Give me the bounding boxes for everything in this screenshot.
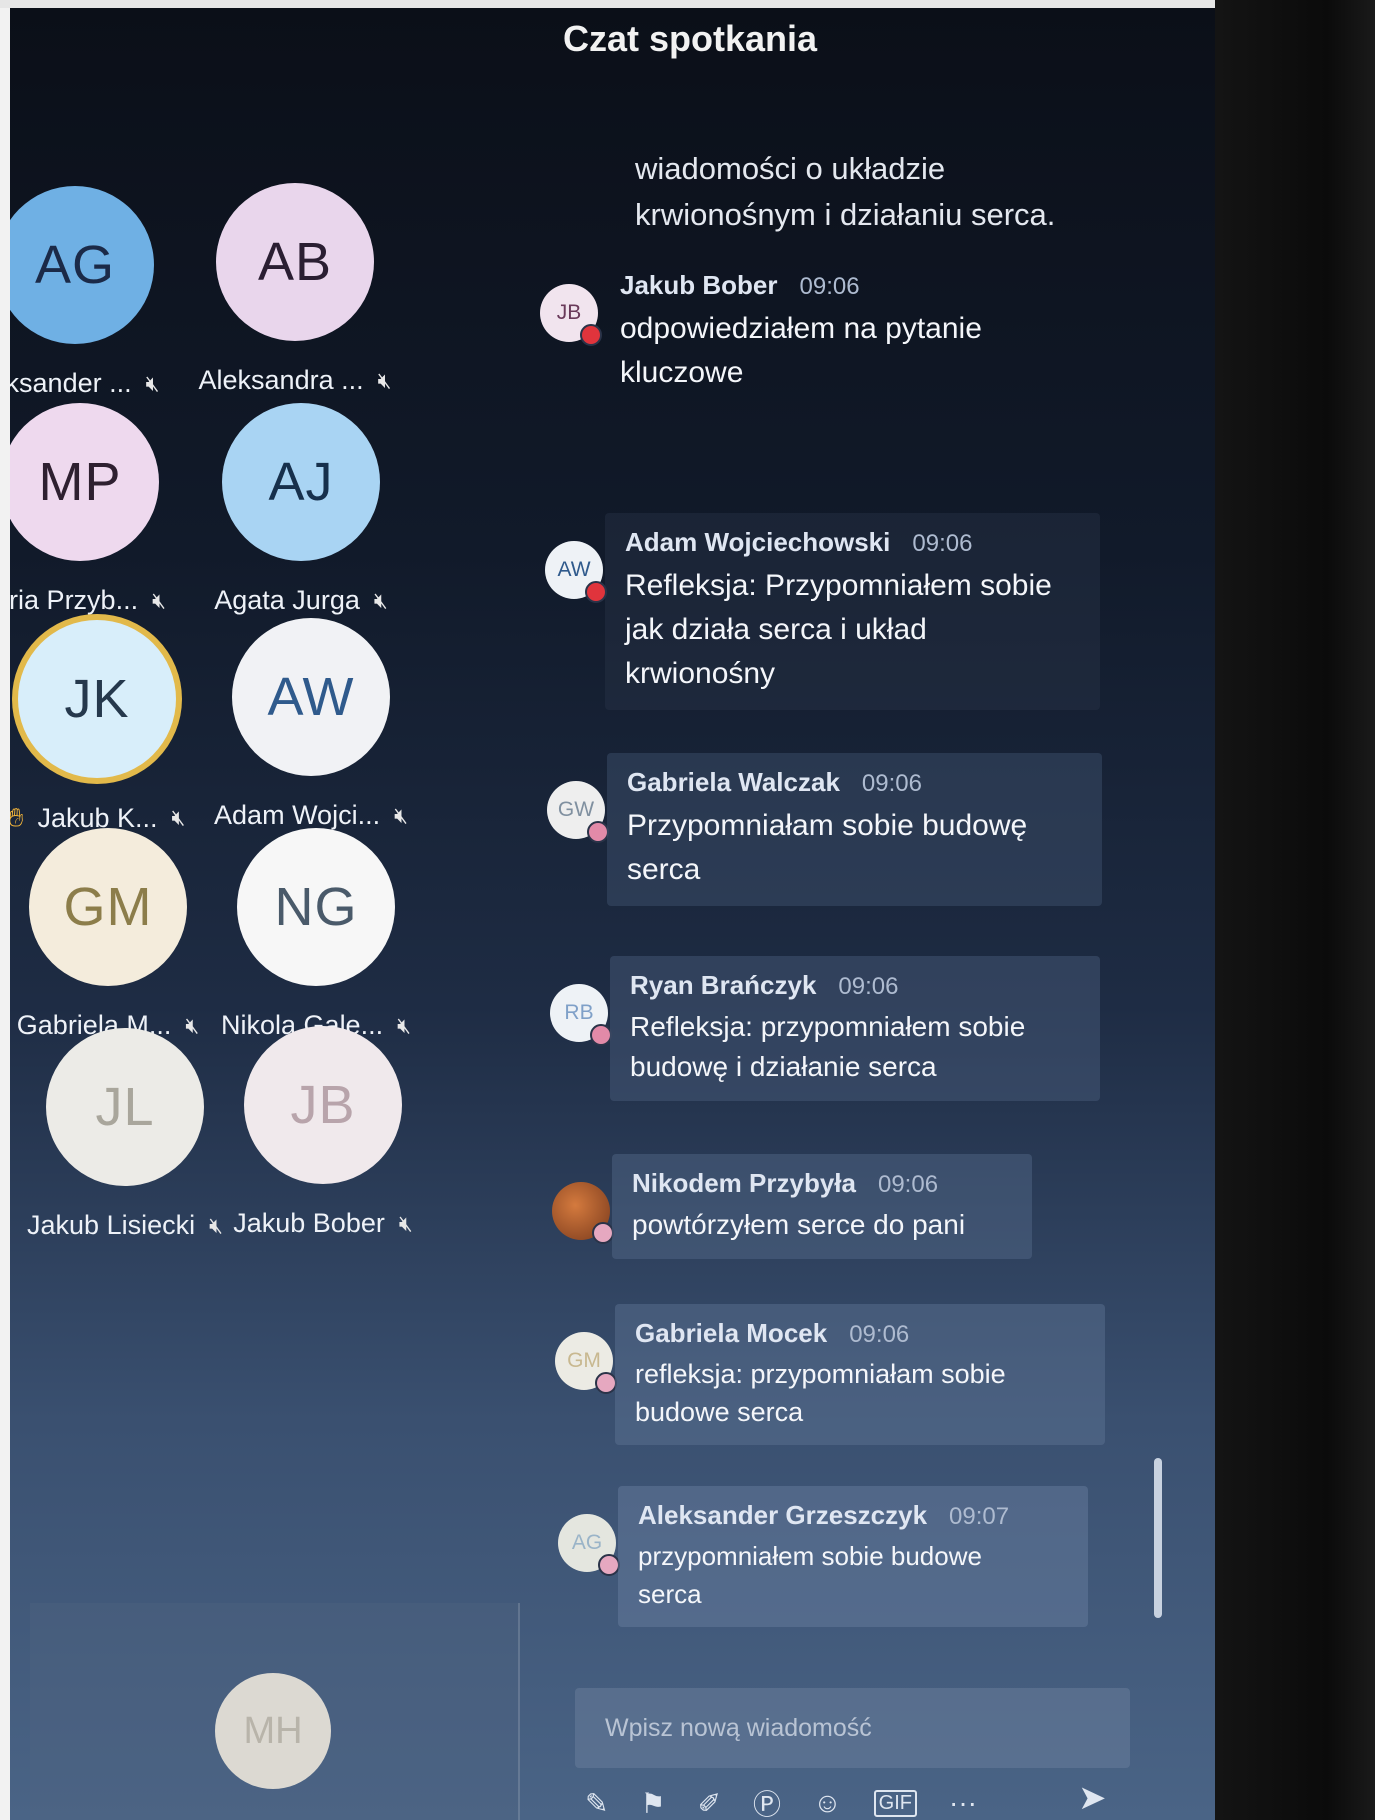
participant-name: aria Przyb... bbox=[10, 585, 139, 615]
status-away-icon bbox=[595, 1372, 617, 1394]
panel-divider bbox=[518, 1603, 520, 1820]
message-bubble: Jakub Bober 09:06 odpowiedziałem na pytan… bbox=[600, 256, 1050, 409]
message-bubble: Adam Wojciechowski 09:06 Refleksja: Przyp… bbox=[605, 513, 1100, 710]
message-author: Ryan Brańczyk bbox=[630, 970, 817, 1000]
participant-avatar: JL bbox=[46, 1028, 204, 1186]
chat-message-text: wiadomości o układzie krwionośnym i dzia… bbox=[635, 151, 1056, 232]
message-text: Przypomniałam sobie budowę serca bbox=[627, 809, 1028, 886]
participant-name: Jakub Lisiecki bbox=[27, 1210, 196, 1240]
status-away-icon bbox=[598, 1554, 620, 1576]
message-time: 09:06 bbox=[849, 1321, 910, 1348]
message-bubble: Gabriela Mocek 09:06 refleksja: przypomni… bbox=[615, 1304, 1105, 1445]
participant-avatar: GM bbox=[29, 828, 187, 986]
loop-icon[interactable]: Ⓟ bbox=[753, 1783, 781, 1820]
message-author: Adam Wojciechowski bbox=[625, 527, 891, 557]
participant-name: Jakub Bober bbox=[233, 1208, 385, 1238]
message-input[interactable] bbox=[575, 1688, 1130, 1768]
message-bubble: Gabriela Walczak 09:06 Przypomniałam sobi… bbox=[607, 753, 1102, 906]
link-icon[interactable]: ✐︎ bbox=[698, 1787, 721, 1820]
gif-icon[interactable]: GIF bbox=[873, 1789, 917, 1817]
more-icon[interactable]: ··· bbox=[949, 1787, 977, 1819]
participant-avatar: NG bbox=[237, 828, 395, 986]
message-text: przypomniałem sobie budowe serca bbox=[638, 1541, 982, 1609]
participant-tile[interactable]: AB Aleksandra ... 🔇︎ bbox=[170, 183, 420, 423]
participant-name: Adam Wojci... bbox=[214, 800, 381, 830]
message-author: Jakub Bober bbox=[620, 270, 778, 300]
message-text: Refleksja: przypomniałem sobie budowę i … bbox=[630, 1011, 1026, 1082]
status-busy-icon bbox=[580, 324, 602, 346]
participant-avatar: MP bbox=[10, 403, 159, 561]
message-author: Nikodem Przybyła bbox=[632, 1168, 856, 1198]
message-text: refleksja: przypomniałam sobie budowe se… bbox=[635, 1359, 1006, 1427]
status-away-icon bbox=[590, 1024, 612, 1046]
compose-toolbar: ✎︎ ⚑︎ ✐︎ Ⓟ ☺︎ GIF ··· bbox=[585, 1783, 1125, 1820]
message-time: 09:06 bbox=[799, 273, 860, 300]
message-time: 09:06 bbox=[912, 530, 973, 557]
message-author: Gabriela Mocek bbox=[635, 1318, 828, 1348]
message-text: powtórzyłem serce do pani bbox=[632, 1209, 966, 1240]
participant-avatar: AG bbox=[10, 186, 154, 344]
self-avatar[interactable]: MH bbox=[215, 1673, 331, 1789]
photo-top-edge bbox=[0, 0, 1375, 8]
participant-avatar: JB bbox=[244, 1026, 402, 1184]
mic-off-icon: 🔇︎ bbox=[373, 587, 388, 613]
mic-off-icon: 🔇︎ bbox=[394, 802, 408, 828]
message-time: 09:06 bbox=[877, 1171, 939, 1198]
participant-tile[interactable]: JB Jakub Bober 🔇︎ bbox=[198, 1026, 448, 1266]
message-text: odpowiedziałem na pytanie kluczowe bbox=[620, 312, 982, 389]
mic-off-icon: 🔇︎ bbox=[145, 370, 160, 396]
participant-tile[interactable]: AJ Agata Jurga 🔇︎ bbox=[176, 403, 426, 643]
emoji-icon[interactable]: ☺︎ bbox=[813, 1787, 842, 1819]
message-time: 09:06 bbox=[838, 973, 899, 1000]
status-away-icon bbox=[592, 1222, 614, 1244]
participant-avatar: AJ bbox=[222, 403, 380, 561]
mic-off-icon: 🔇︎ bbox=[398, 1210, 413, 1236]
attach-icon[interactable]: ⚑︎ bbox=[640, 1787, 665, 1820]
message-bubble: Aleksander Grzeszczyk 09:07 przypomniałem… bbox=[618, 1486, 1088, 1627]
format-icon[interactable]: ✎︎ bbox=[585, 1787, 608, 1820]
participant-avatar: JK bbox=[18, 620, 176, 778]
teams-meeting-window: Czat spotkania AG eksander ... 🔇︎ AB Alek… bbox=[10, 8, 1215, 1820]
send-icon[interactable]: ➤︎ bbox=[1078, 1778, 1107, 1818]
status-away-icon bbox=[587, 821, 609, 843]
participant-name: eksander ... bbox=[10, 368, 132, 398]
message-bubble: Ryan Brańczyk 09:06 Refleksja: przypomnia… bbox=[610, 956, 1100, 1101]
message-text: Refleksja: Przypomniałem sobie jak dział… bbox=[625, 569, 1052, 690]
message-author: Gabriela Walczak bbox=[627, 767, 840, 797]
message-time: 09:07 bbox=[949, 1503, 1010, 1530]
chat-panel-title: Czat spotkania bbox=[562, 18, 818, 59]
message-time: 09:06 bbox=[861, 770, 922, 797]
participant-name: Aleksandra ... bbox=[198, 365, 364, 395]
message-bubble: Nikodem Przybyła 09:06 powtórzyłem serce … bbox=[612, 1154, 1032, 1259]
message-author: Aleksander Grzeszczyk bbox=[638, 1500, 928, 1530]
participants-grid: AG eksander ... 🔇︎ AB Aleksandra ... 🔇︎ MP… bbox=[10, 8, 490, 1820]
mic-off-icon: 🔇︎ bbox=[377, 367, 392, 393]
status-busy-icon bbox=[585, 581, 607, 603]
participant-avatar: AW bbox=[232, 618, 390, 776]
participant-tile[interactable]: AW Adam Wojci... 🔇︎ bbox=[186, 618, 436, 858]
participant-avatar: AB bbox=[216, 183, 374, 341]
chat-scrollbar[interactable] bbox=[1154, 1458, 1162, 1618]
mic-off-icon: 🔇︎ bbox=[152, 587, 166, 613]
compose-box[interactable] bbox=[575, 1688, 1130, 1768]
participant-name: Agata Jurga bbox=[214, 585, 360, 615]
monitor-bezel bbox=[1215, 0, 1375, 1820]
